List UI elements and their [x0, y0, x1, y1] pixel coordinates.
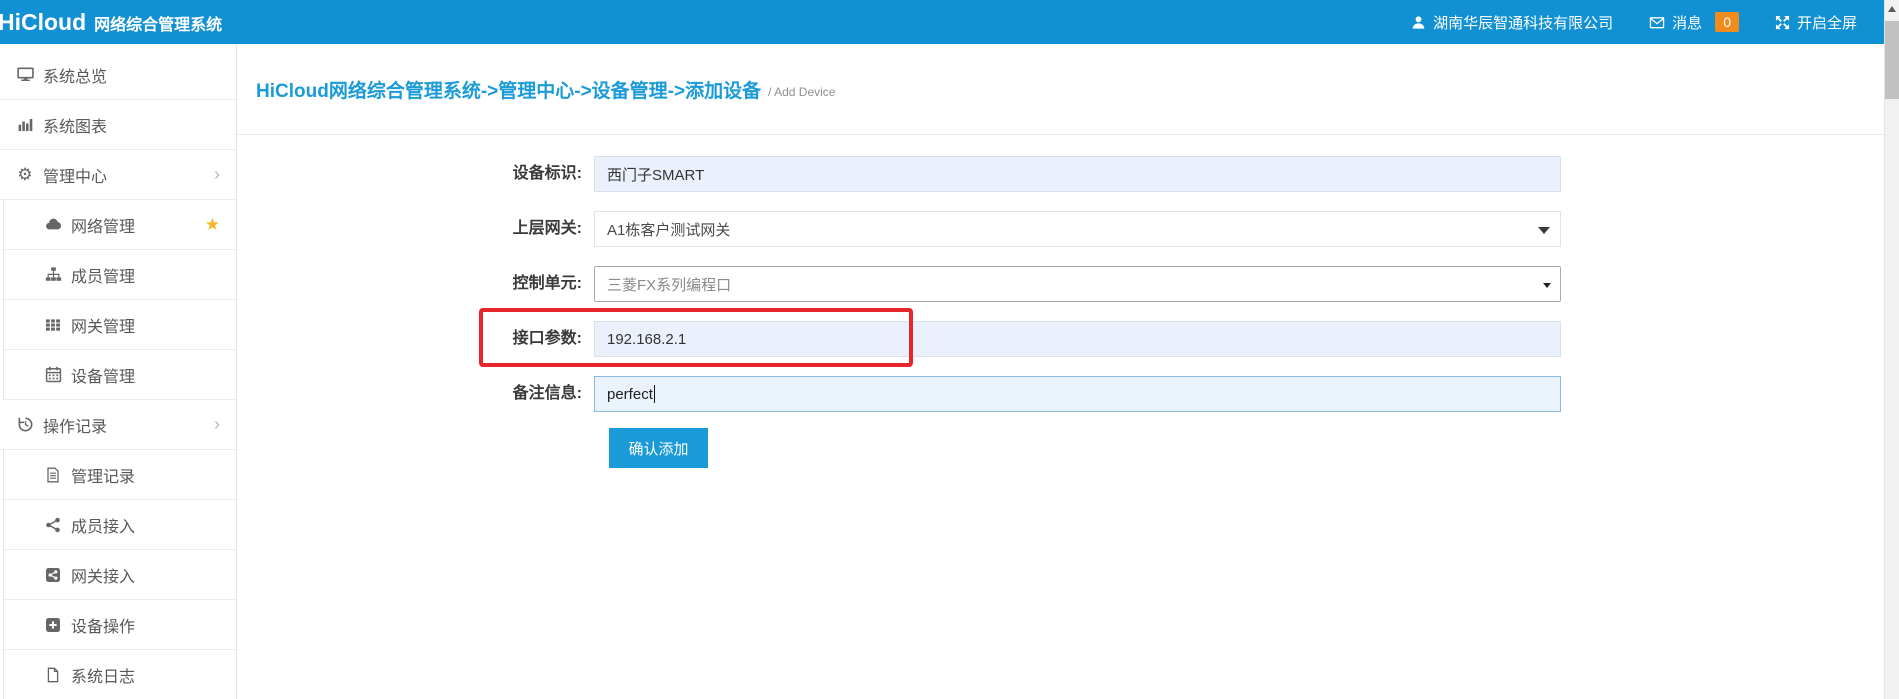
remarks-input[interactable]: perfect: [594, 376, 1561, 412]
file-icon: [41, 667, 65, 683]
operation-records-submenu: 管理记录 成员接入 网关接入 设备操作 系统日志: [3, 450, 236, 699]
sidebar-item-label: 操作记录: [43, 413, 107, 437]
gears-icon: ⚙: [13, 166, 37, 183]
sidebar-item-label: 管理中心: [43, 163, 107, 187]
breadcrumb-suffix: / Add Device: [768, 79, 835, 99]
sidebar-item-gateway-management[interactable]: 网关管理: [4, 300, 236, 350]
form-row-remarks: 备注信息: perfect: [237, 376, 1884, 412]
sidebar-item-member-management[interactable]: 成员管理: [4, 250, 236, 300]
header-right-group: 湖南华辰智通科技有限公司 消息 0 开启全屏: [1411, 12, 1857, 33]
messages-button[interactable]: 消息 0: [1649, 12, 1739, 33]
sidebar-item-label: 成员接入: [71, 513, 135, 537]
control-unit-label: 控制单元:: [237, 266, 594, 302]
company-name: 湖南华辰智通科技有限公司: [1433, 12, 1613, 33]
device-id-label: 设备标识:: [237, 156, 594, 192]
history-icon: [13, 416, 37, 433]
sidebar-item-gateway-access[interactable]: 网关接入: [4, 550, 236, 600]
envelope-icon: [1649, 15, 1665, 30]
interface-params-label: 接口参数:: [237, 321, 594, 357]
sidebar-item-device-operations[interactable]: 设备操作: [4, 600, 236, 650]
sidebar-item-system-logs[interactable]: 系统日志: [4, 650, 236, 699]
sidebar-item-operation-records[interactable]: 操作记录 ›: [0, 400, 236, 450]
sidebar-item-label: 成员管理: [71, 263, 135, 287]
caret-down-icon: [1543, 283, 1551, 288]
messages-label: 消息: [1672, 12, 1702, 33]
app-logo: HiCloud 网络综合管理系统: [0, 9, 222, 36]
share-square-icon: [41, 567, 65, 583]
control-unit-value: 三菱FX系列编程口: [607, 274, 731, 295]
vertical-scrollbar[interactable]: [1884, 0, 1899, 699]
sidebar-item-label: 管理记录: [71, 463, 135, 487]
device-id-value: 西门子SMART: [607, 164, 704, 185]
management-center-submenu: 网络管理 ★ 成员管理 网关管理 设备管理: [3, 200, 236, 400]
breadcrumb: HiCloud网络综合管理系统->管理中心->设备管理->添加设备: [256, 76, 761, 103]
breadcrumb-bar: HiCloud网络综合管理系统->管理中心->设备管理->添加设备 / Add …: [237, 44, 1884, 135]
share-icon: [41, 517, 65, 533]
caret-down-icon: [1538, 227, 1550, 234]
chart-icon: [13, 116, 37, 133]
confirm-add-button[interactable]: 确认添加: [609, 428, 708, 468]
upper-gateway-label: 上层网关:: [237, 211, 594, 247]
form-row-interface-params: 接口参数: 192.168.2.1: [237, 321, 1884, 357]
messages-count-badge: 0: [1715, 12, 1739, 32]
sidebar-item-member-access[interactable]: 成员接入: [4, 500, 236, 550]
form-row-device-id: 设备标识: 西门子SMART: [237, 156, 1884, 192]
control-unit-select[interactable]: 三菱FX系列编程口: [594, 266, 1561, 302]
fullscreen-icon: [1775, 15, 1790, 30]
plus-square-icon: [41, 617, 65, 633]
sidebar-item-device-management[interactable]: 设备管理: [4, 350, 236, 400]
main-content: HiCloud网络综合管理系统->管理中心->设备管理->添加设备 / Add …: [237, 44, 1884, 699]
text-cursor: [654, 385, 655, 403]
sidebar-item-label: 系统图表: [43, 113, 107, 137]
upper-gateway-select[interactable]: A1栋客户测试网关: [594, 211, 1561, 247]
interface-params-input[interactable]: 192.168.2.1: [594, 321, 1561, 357]
fullscreen-button[interactable]: 开启全屏: [1775, 12, 1857, 33]
add-device-form: 设备标识: 西门子SMART 上层网关: A1栋客户测试网关 控制单元: 三菱F…: [237, 156, 1884, 468]
current-user[interactable]: 湖南华辰智通科技有限公司: [1411, 12, 1613, 33]
sidebar-item-label: 设备管理: [71, 363, 135, 387]
remarks-value: perfect: [607, 386, 653, 403]
sidebar-nav: 系统总览 系统图表 ⚙ 管理中心 › 网络管理 ★ 成员管理: [0, 44, 237, 699]
sidebar-item-label: 系统总览: [43, 63, 107, 87]
sidebar-item-label: 系统日志: [71, 663, 135, 687]
chevron-right-icon: ›: [214, 164, 220, 185]
fullscreen-label: 开启全屏: [1797, 12, 1857, 33]
calendar-icon: [41, 366, 65, 383]
top-header: HiCloud 网络综合管理系统 湖南华辰智通科技有限公司 消息 0 开启全屏: [0, 0, 1899, 44]
device-id-input[interactable]: 西门子SMART: [594, 156, 1561, 192]
sidebar-item-network-management[interactable]: 网络管理 ★: [4, 200, 236, 250]
remarks-label: 备注信息:: [237, 376, 594, 412]
sidebar-item-label: 网关接入: [71, 563, 135, 587]
form-row-control-unit: 控制单元: 三菱FX系列编程口: [237, 266, 1884, 302]
interface-params-value: 192.168.2.1: [607, 331, 686, 348]
sidebar-item-label: 网关管理: [71, 313, 135, 337]
form-row-upper-gateway: 上层网关: A1栋客户测试网关: [237, 211, 1884, 247]
file-text-icon: [41, 467, 65, 483]
scroll-up-arrow-icon[interactable]: [1888, 6, 1896, 12]
chevron-right-icon: ›: [214, 414, 220, 435]
sidebar-item-label: 设备操作: [71, 613, 135, 637]
desktop-icon: [13, 66, 37, 83]
sidebar-item-management-center[interactable]: ⚙ 管理中心 ›: [0, 150, 236, 200]
sidebar-item-management-records[interactable]: 管理记录: [4, 450, 236, 500]
sitemap-icon: [41, 266, 65, 283]
grid-icon: [41, 317, 65, 333]
logo-brand: HiCloud: [0, 9, 86, 36]
logo-title: 网络综合管理系统: [94, 11, 222, 35]
star-icon: ★: [205, 215, 220, 235]
upper-gateway-value: A1栋客户测试网关: [607, 219, 730, 240]
user-icon: [1411, 15, 1426, 30]
sidebar-item-system-charts[interactable]: 系统图表: [0, 100, 236, 150]
sidebar-item-label: 网络管理: [71, 213, 135, 237]
cloud-icon: [41, 216, 65, 233]
scrollbar-thumb[interactable]: [1885, 21, 1899, 99]
sidebar-item-system-overview[interactable]: 系统总览: [0, 50, 236, 100]
